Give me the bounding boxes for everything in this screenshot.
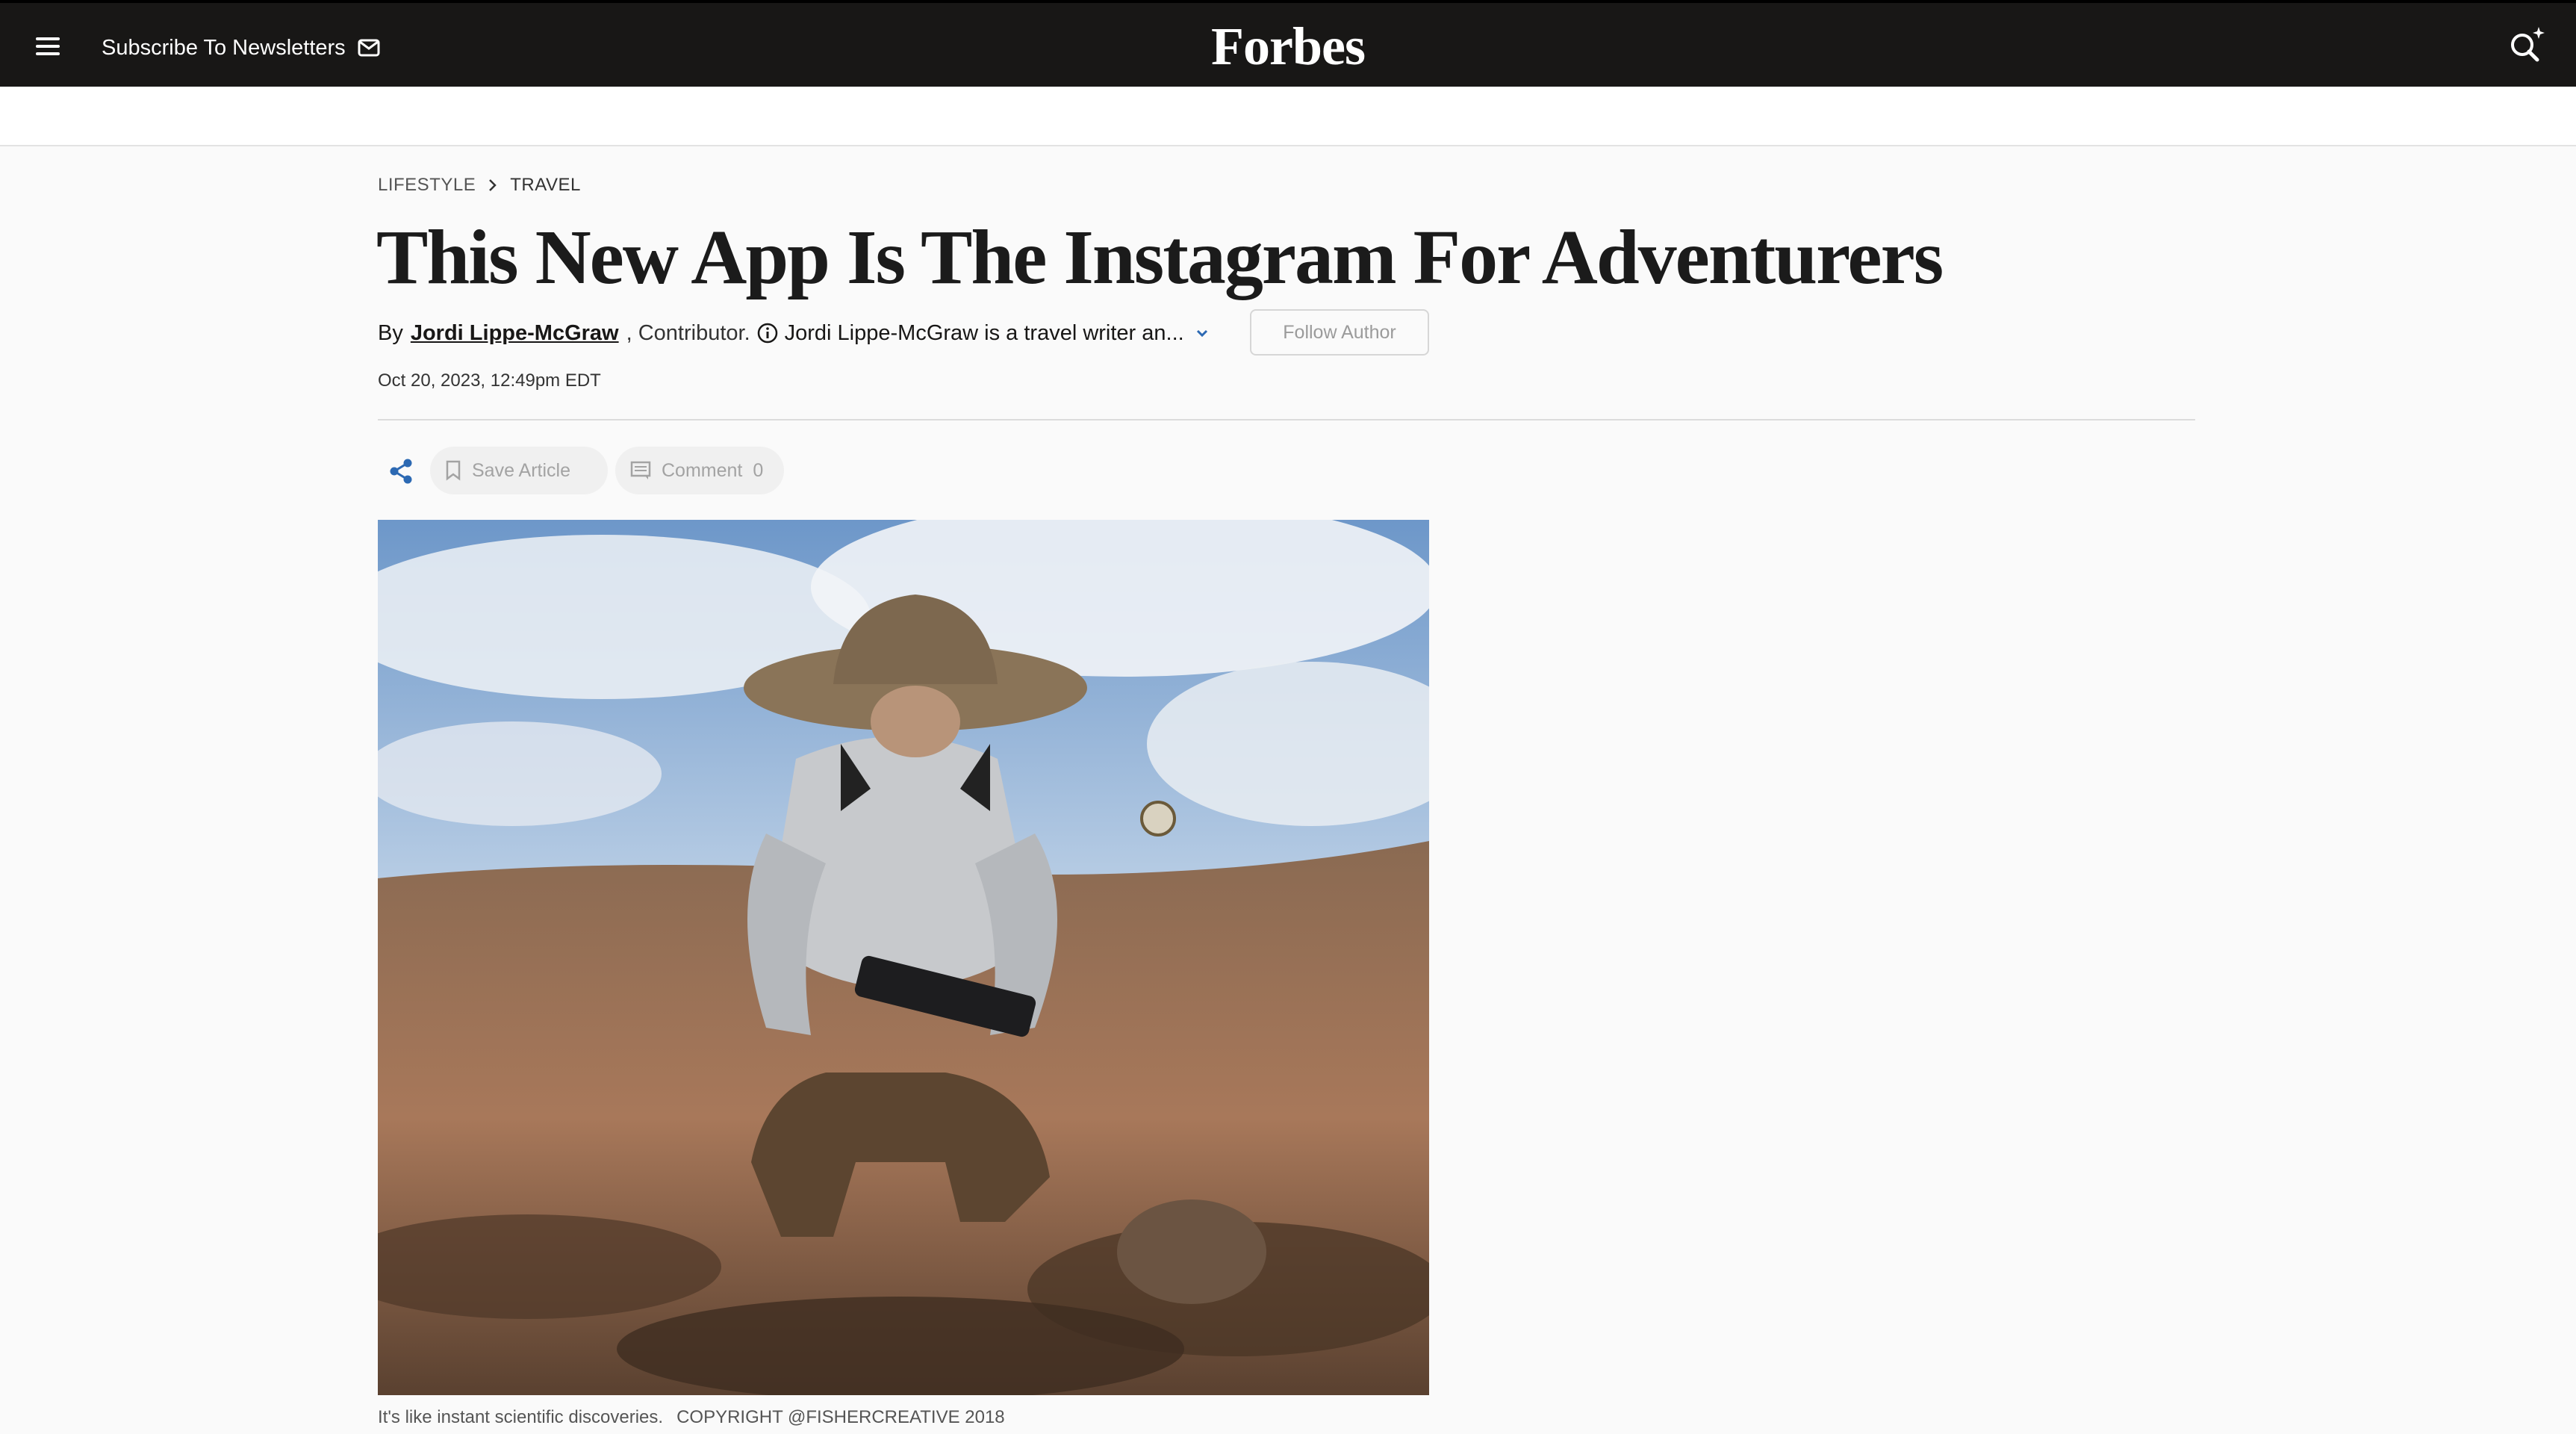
save-article-label: Save Article [472, 459, 571, 481]
envelope-icon [358, 39, 380, 57]
forbes-logo[interactable]: Forbes [1210, 15, 1366, 78]
top-nav: Subscribe To Newsletters Forbes [0, 0, 2576, 87]
chevron-down-icon[interactable] [1190, 321, 1214, 345]
caption-text: It's like instant scientific discoveries… [378, 1407, 664, 1427]
bookmark-icon [446, 460, 461, 481]
search-icon[interactable] [2506, 24, 2548, 66]
ad-banner-area [0, 87, 2576, 146]
comment-count: 0 [753, 459, 764, 481]
author-role: , Contributor. [626, 320, 750, 345]
comment-button[interactable]: Comment 0 [615, 447, 784, 494]
info-icon[interactable] [756, 322, 779, 344]
comment-icon [630, 461, 651, 479]
header-divider [378, 419, 2195, 420]
save-article-button[interactable]: Save Article [430, 447, 608, 494]
comment-label: Comment [662, 459, 743, 481]
breadcrumb-lifestyle[interactable]: LIFESTYLE [378, 175, 476, 196]
breadcrumb-travel[interactable]: TRAVEL [510, 175, 581, 196]
hero-image [378, 520, 1429, 1395]
author-link[interactable]: Jordi Lippe-McGraw [411, 321, 619, 346]
follow-author-button[interactable]: Follow Author [1250, 309, 1429, 356]
caption-credit: COPYRIGHT @FISHERCREATIVE 2018 [676, 1407, 1005, 1427]
chevron-right-icon [489, 179, 497, 191]
hamburger-menu-icon[interactable] [33, 34, 63, 58]
share-icon[interactable] [385, 457, 418, 485]
byline: By Jordi Lippe-McGraw , Contributor. Jor… [378, 317, 1184, 350]
breadcrumb: LIFESTYLE TRAVEL [378, 173, 581, 197]
subscribe-label: Subscribe To Newsletters [102, 35, 346, 60]
publish-date: Oct 20, 2023, 12:49pm EDT [378, 370, 601, 391]
byline-by: By [378, 320, 403, 345]
author-bio: Jordi Lippe-McGraw is a travel writer an… [784, 320, 1184, 345]
article-title: This New App Is The Instagram For Advent… [376, 214, 1944, 300]
subscribe-newsletters-link[interactable]: Subscribe To Newsletters [102, 33, 380, 63]
image-caption: It's like instant scientific discoveries… [378, 1407, 1005, 1431]
